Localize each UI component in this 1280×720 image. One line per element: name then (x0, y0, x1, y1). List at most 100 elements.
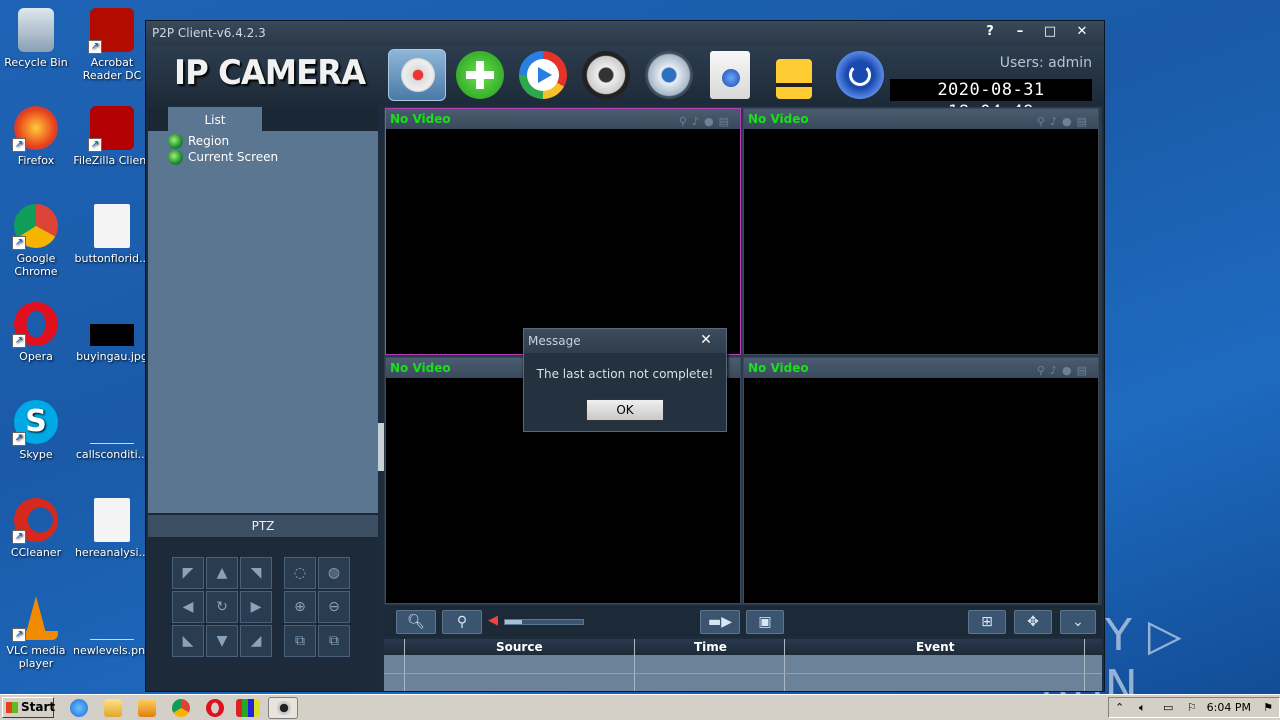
talk-button[interactable]: ⚲ (442, 610, 482, 634)
maximize-button[interactable]: □ (1036, 22, 1064, 42)
desktop-icon-callsconditi[interactable]: callsconditi... (73, 400, 151, 461)
volume-fill (505, 620, 523, 624)
minimize-button[interactable]: – (1006, 22, 1034, 42)
focus-far-button[interactable]: ◍ (318, 557, 350, 589)
tree-node-label: Current Screen (188, 150, 279, 164)
tree-node-region[interactable]: Region (168, 133, 378, 149)
desktop-icon-ccleaner[interactable]: ↗ CCleaner (0, 498, 75, 559)
add-device-button[interactable] (456, 51, 504, 99)
opera-taskbar-icon[interactable] (206, 699, 224, 717)
tab-list[interactable]: List (168, 107, 262, 131)
ptz-up-button[interactable]: ▲ (206, 557, 238, 589)
desktop-icon-recycle-bin[interactable]: Recycle Bin (0, 8, 75, 69)
chrome-taskbar-icon[interactable] (172, 699, 190, 717)
desktop-icon-skype[interactable]: S ↗ Skype (0, 400, 75, 461)
blank-file-icon (90, 400, 134, 444)
flag-icon[interactable]: ⚑ (1263, 701, 1273, 714)
tree-node-current-screen[interactable]: Current Screen (168, 149, 378, 165)
zoom-in-button[interactable]: ⊕ (284, 591, 316, 623)
iris-close-button[interactable]: ⧉ (318, 625, 350, 657)
focus-near-button[interactable]: ◌ (284, 557, 316, 589)
desktop-icon-hereanalysi[interactable]: hereanalysi... (73, 498, 151, 559)
close-button[interactable]: ✕ (1068, 22, 1096, 42)
skype-icon: S ↗ (12, 400, 58, 446)
ptz-up-right-button[interactable]: ◥ (240, 557, 272, 589)
desktop-icon-opera[interactable]: ↗ Opera (0, 302, 75, 363)
desktop-icon-buttonflorid[interactable]: buttonflorid... (73, 204, 151, 265)
system-tray: ⌃ 🔈︎ ▭ ⚐ 6:04 PM ⚑ (1108, 697, 1280, 718)
desktop-icon-newlevels[interactable]: newlevels.png (73, 596, 152, 657)
ptz-right-button[interactable]: ▶ (240, 591, 272, 623)
digital-zoom-button[interactable]: 🔍︎ (396, 610, 436, 634)
start-button[interactable]: Start (2, 697, 56, 718)
column-event[interactable]: Event (916, 640, 954, 654)
record-button[interactable]: ▬▶ (700, 610, 740, 634)
video-cell-1[interactable]: No Video ⚲♪●▤ (385, 108, 741, 355)
ok-button[interactable]: OK (586, 399, 664, 421)
webcam-icon (401, 58, 435, 92)
media-player-icon[interactable] (138, 699, 156, 717)
ie-icon[interactable] (70, 699, 88, 717)
ptz-down-right-button[interactable]: ◢ (240, 625, 272, 657)
start-label: Start (21, 700, 56, 714)
playback-button[interactable] (519, 51, 567, 99)
iris-open-button[interactable]: ⧉ (284, 625, 316, 657)
ptz-left-button[interactable]: ◀ (172, 591, 204, 623)
ptz-down-button[interactable]: ▼ (206, 625, 238, 657)
video-grid: No Video ⚲♪●▤ No Video ⚲♪●▤ No Video ⚲♪●… (384, 107, 1102, 605)
power-button[interactable] (836, 51, 884, 99)
image-file-icon (90, 324, 134, 346)
word-document-icon (94, 498, 130, 542)
camera-view-button[interactable] (388, 49, 446, 101)
winrar-icon[interactable] (236, 699, 260, 717)
help-button[interactable]: ? (976, 22, 1004, 42)
network-tray-icon[interactable]: ▭ (1163, 701, 1173, 714)
desktop-icon-label: Recycle Bin (4, 56, 68, 69)
volume-slider[interactable] (504, 619, 584, 625)
ptz-controls: ◤ ▲ ◥ ◀ ↻ ▶ ◣ ▼ ◢ ◌ ◍ ⊕ ⊖ ⧉ ⧉ (148, 537, 378, 691)
desktop-icon-acrobat[interactable]: ↗ Acrobat Reader DC (73, 8, 151, 82)
focus-far-icon: ◍ (327, 565, 341, 581)
fullscreen-button[interactable]: ✥ (1014, 610, 1052, 634)
column-divider (784, 639, 785, 691)
dialog-close-button[interactable]: ✕ (690, 331, 722, 349)
volume-tray-icon[interactable]: 🔈︎ (1139, 701, 1146, 715)
log-button[interactable] (710, 51, 750, 99)
ptz-up-left-button[interactable]: ◤ (172, 557, 204, 589)
arrow-down-left-icon: ◣ (182, 633, 194, 649)
video-cell-4[interactable]: No Video ⚲♪●▤ (743, 357, 1099, 604)
ptz-control-button[interactable] (582, 51, 630, 99)
speaker-muted-icon[interactable]: ◀ (488, 613, 498, 628)
ptz-auto-button[interactable]: ↻ (206, 591, 238, 623)
collapse-events-button[interactable]: ⌄ (1060, 610, 1096, 634)
explorer-folder-icon[interactable] (104, 699, 122, 717)
zoom-in-icon: ⊕ (294, 599, 306, 615)
action-center-tray-icon[interactable]: ⚐ (1187, 701, 1197, 714)
word-document-icon (94, 204, 130, 248)
p2p-client-taskbar-button[interactable] (268, 697, 298, 719)
taskbar-clock[interactable]: 6:04 PM (1207, 701, 1251, 714)
ptz-down-left-button[interactable]: ◣ (172, 625, 204, 657)
video-cell-2[interactable]: No Video ⚲♪●▤ (743, 108, 1099, 355)
lock-button[interactable] (776, 59, 812, 99)
layout-grid-button[interactable]: ⊞ (968, 610, 1006, 634)
zoom-out-button[interactable]: ⊖ (318, 591, 350, 623)
desktop-icon-chrome[interactable]: ↗ Google Chrome (0, 204, 75, 278)
video-cell-header: No Video ⚲♪●▤ (744, 109, 1098, 129)
tray-chevron-icon[interactable]: ⌃ (1115, 701, 1124, 714)
tree-node-label: Region (188, 134, 230, 148)
row-divider (384, 673, 1102, 674)
desktop-icon-firefox[interactable]: ↗ Firefox (0, 106, 75, 167)
snapshot-button[interactable]: ▣ (746, 610, 784, 634)
desktop-icon-label: Firefox (17, 154, 55, 167)
settings-button[interactable] (645, 51, 693, 99)
column-source[interactable]: Source (496, 640, 543, 654)
desktop-icon-buyingau[interactable]: buyingau.jpg (73, 302, 151, 363)
desktop-icon-label: FileZilla Client (73, 154, 151, 167)
current-user-label: Users: admin (999, 55, 1092, 71)
column-time[interactable]: Time (694, 640, 727, 654)
desktop-icon-label: VLC media player (6, 644, 66, 670)
desktop-icon-filezilla[interactable]: ↗ FileZilla Client (73, 106, 151, 167)
desktop-icon-vlc[interactable]: ↗ VLC media player (0, 596, 75, 670)
title-bar: P2P Client-v6.4.2.3 ? – □ ✕ (146, 21, 1104, 45)
